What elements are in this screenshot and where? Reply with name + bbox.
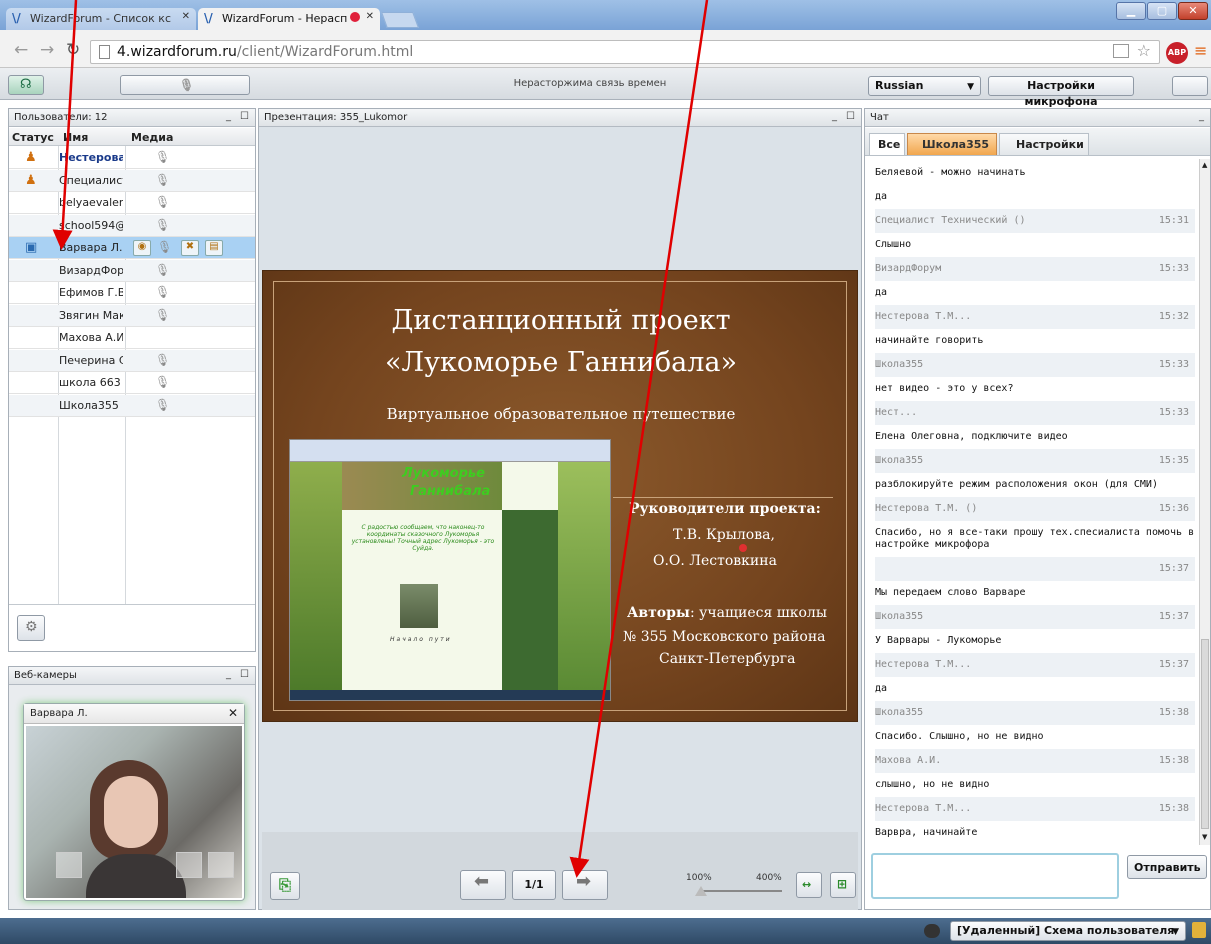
chat-message-meta: Школа355 15:35 [875, 449, 1195, 473]
chat-timestamp: 15:37 [1158, 563, 1189, 574]
annotation-arrow-user [52, 0, 78, 250]
chat-text: нет видео - это у всех? [875, 383, 1014, 394]
chat-sender: Нестерова Т.М. () [875, 503, 978, 514]
chat-text: Елена Олеговна, подключите видео [875, 431, 1068, 442]
chat-sender: Школа355 [875, 611, 924, 622]
chat-timestamp: 15:35 [1158, 455, 1189, 466]
chat-message: начинайте говорить [875, 329, 1195, 353]
chat-text: слышно, но не видно [875, 779, 990, 790]
chat-text: Варвра, начинайте [875, 827, 978, 838]
chat-sender: ВизардФорум [875, 263, 942, 274]
chat-message-meta: ВизардФорум 15:33 [875, 257, 1195, 281]
chat-text: Спасибо. Слышно, но не видно [875, 731, 1044, 742]
chat-message: разблокируйте режим расположения окон (д… [875, 473, 1195, 497]
chat-sender: Нест... [875, 407, 918, 418]
chat-message-meta: Школа355 15:33 [875, 353, 1195, 377]
chat-message: да [875, 185, 1195, 209]
chat-timestamp: 15:38 [1158, 707, 1189, 718]
chat-sender: Школа355 [875, 455, 924, 466]
chat-message: слышно, но не видно [875, 773, 1195, 797]
chat-message-meta: Махова А.И. 15:38 [875, 749, 1195, 773]
chat-message-meta: Нест... 15:33 [875, 401, 1195, 425]
chat-message: Беляевой - можно начинать [875, 161, 1195, 185]
chat-timestamp: 15:32 [1158, 311, 1189, 322]
chat-message: Спасибо, но я все-таки прошу тех.спесиал… [875, 521, 1195, 557]
chat-text: да [875, 287, 888, 298]
chat-message-meta: Нестерова Т.М... 15:37 [875, 653, 1195, 677]
chat-timestamp: 15:31 [1158, 215, 1189, 226]
chat-timestamp: 15:37 [1158, 611, 1189, 622]
chat-timestamp: 15:38 [1158, 755, 1189, 766]
chat-message: Спасибо. Слышно, но не видно [875, 725, 1195, 749]
chat-timestamp: 15:33 [1158, 263, 1189, 274]
chat-sender: Нестерова Т.М... [875, 659, 972, 670]
chat-sender: Махова А.И. [875, 755, 942, 766]
chat-sender: Нестерова Т.М... [875, 311, 972, 322]
chat-message-meta: Школа355 15:37 [875, 605, 1195, 629]
chat-message-meta: 15:37 [875, 557, 1195, 581]
chat-timestamp: 15:33 [1158, 407, 1189, 418]
chat-timestamp: 15:38 [1158, 803, 1189, 814]
chat-sender: Специалист Технический () [875, 215, 1026, 226]
screenshot-root: \/ WizardForum - Список кс ✕ \/ WizardFo… [0, 0, 1211, 944]
chat-timestamp: 15:36 [1158, 503, 1189, 514]
chat-text: Беляевой - можно начинать [875, 167, 1026, 178]
chat-message: да [875, 281, 1195, 305]
chat-text: да [875, 191, 888, 202]
chat-sender: Школа355 [875, 707, 924, 718]
chat-message: Елена Олеговна, подключите видео [875, 425, 1195, 449]
chat-sender: Школа355 [875, 359, 924, 370]
chat-text: разблокируйте режим расположения окон (д… [875, 479, 1158, 490]
chat-text: Мы передаем слово Варваре [875, 587, 1026, 598]
chat-message-meta: Нестерова Т.М. () 15:36 [875, 497, 1195, 521]
annotation-arrow-next-slide [569, 0, 709, 878]
chat-message: У Варвары - Лукоморье [875, 629, 1195, 653]
chat-message: Мы передаем слово Варваре [875, 581, 1195, 605]
chat-message: да [875, 677, 1195, 701]
chat-message-meta: Школа355 15:38 [875, 701, 1195, 725]
chat-text: да [875, 683, 888, 694]
chat-message: нет видео - это у всех? [875, 377, 1195, 401]
chat-message-meta: Нестерова Т.М... 15:38 [875, 797, 1195, 821]
chat-timestamp: 15:33 [1158, 359, 1189, 370]
chat-sender: Нестерова Т.М... [875, 803, 972, 814]
chat-message: Слышно [875, 233, 1195, 257]
chat-message-meta: Нестерова Т.М... 15:32 [875, 305, 1195, 329]
chat-message-meta: Специалист Технический () 15:31 [875, 209, 1195, 233]
chat-message: Варвра, начинайте [875, 821, 1195, 845]
chat-text: начинайте говорить [875, 335, 984, 346]
chat-timestamp: 15:37 [1158, 659, 1189, 670]
chat-text: У Варвары - Лукоморье [875, 635, 1002, 646]
chat-text: Слышно [875, 239, 912, 250]
chat-text: Спасибо, но я все-таки прошу тех.спесиал… [875, 527, 1195, 538]
chat-text-line2: настройке микрофора [875, 539, 990, 550]
